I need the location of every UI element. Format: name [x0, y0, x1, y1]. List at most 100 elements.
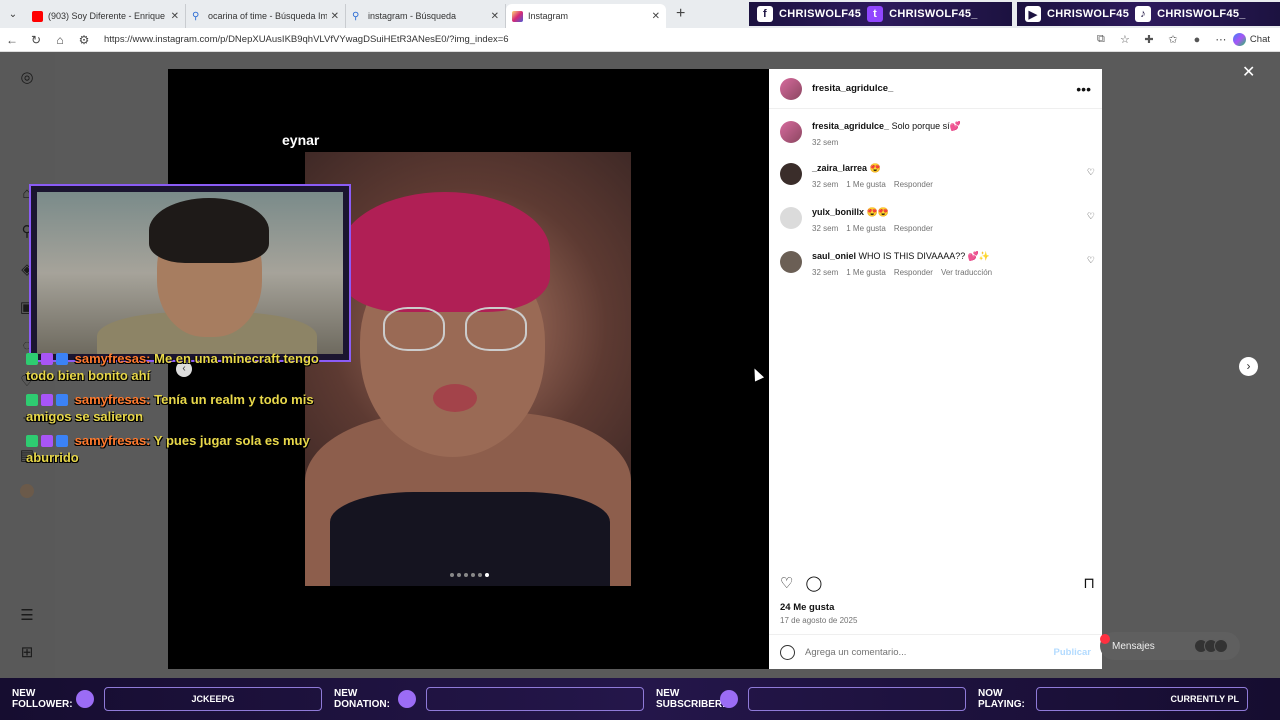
comment-user[interactable]: saul_oniel — [812, 251, 856, 261]
copilot-icon — [1232, 33, 1246, 46]
comment-input[interactable]: Agrega un comentario... — [805, 647, 906, 658]
commenter-avatar[interactable] — [780, 163, 802, 185]
instagram-logo-icon[interactable]: ◎ — [18, 69, 36, 87]
messages-pill[interactable]: Mensajes — [1100, 632, 1240, 660]
tab-list-chevron-icon[interactable]: ⌄ — [0, 0, 26, 28]
close-tab-icon[interactable]: ✕ — [491, 11, 499, 22]
next-post-button[interactable]: › — [1239, 357, 1258, 376]
tab-title: (903) Soy Diferente - Enrique Lang — [48, 11, 167, 21]
threads-icon[interactable]: ⊞ — [18, 644, 36, 662]
notification-badge — [1100, 634, 1110, 644]
comment-item: _zaira_larrea 😍 32 sem 1 Me gusta Respon… — [780, 163, 1095, 189]
instagram-icon — [512, 10, 523, 22]
new-subscriber-value — [748, 687, 966, 711]
tab-instagram[interactable]: Instagram ✕ — [506, 4, 666, 28]
translate-link[interactable]: Ver traducción — [941, 268, 992, 277]
comment-text: 😍😍 — [866, 207, 889, 217]
extensions-icon[interactable]: ✚ — [1137, 33, 1161, 46]
reply-link[interactable]: Responder — [894, 224, 933, 233]
tab-youtube[interactable]: (903) Soy Diferente - Enrique Lang ✕ — [26, 4, 186, 28]
like-heart-icon[interactable]: ♡ — [780, 574, 793, 592]
banner-handle: CHRISWOLF45_ — [1157, 8, 1246, 20]
reload-icon[interactable]: ↻ — [24, 33, 48, 47]
badge-icon — [41, 435, 53, 447]
more-options-icon[interactable]: ••• — [1076, 81, 1091, 97]
comment-user[interactable]: fresita_agridulce_ — [812, 121, 889, 131]
back-icon[interactable]: ← — [0, 33, 24, 47]
stream-alert-bar: NEW FOLLOWER: JCKEEPG NEW DONATION: NEW … — [0, 678, 1280, 720]
heart-icon[interactable]: ♡ — [1087, 255, 1095, 277]
close-tab-icon[interactable]: ✕ — [171, 11, 179, 22]
post-date: 17 de agosto de 2025 — [780, 616, 858, 625]
stream-chat-overlay: samyfresas: Me en una minecraft tengo to… — [26, 350, 346, 473]
tab-instagram-search[interactable]: ⚲ instagram - Búsqueda ✕ — [346, 4, 506, 28]
home-icon[interactable]: ⌂ — [48, 33, 72, 47]
badge-icon — [26, 394, 38, 406]
reply-link[interactable]: Responder — [894, 180, 933, 189]
author-username[interactable]: fresita_agridulce_ — [812, 83, 893, 94]
commenter-avatar[interactable] — [780, 251, 802, 273]
menu-icon[interactable]: ☰ — [18, 607, 36, 625]
comment-bubble-icon[interactable]: ◯ — [805, 574, 822, 592]
comment-text: 😍 — [869, 163, 881, 173]
post-actions: ♡ ◯ ⊓ — [780, 574, 1095, 592]
tab-ocarina-search[interactable]: ⚲ ocarina of time - Búsqueda Imág ✕ — [186, 4, 346, 28]
more-menu-icon[interactable]: ⋯ — [1209, 33, 1233, 46]
comment-likes[interactable]: 1 Me gusta — [846, 268, 886, 277]
crown-icon — [56, 435, 68, 447]
profile-avatar[interactable] — [20, 484, 34, 498]
comment-user[interactable]: yulx_bonillx — [812, 207, 864, 217]
close-icon[interactable]: ✕ — [1242, 62, 1255, 82]
copilot-chat-button[interactable]: Chat — [1232, 33, 1270, 46]
star-icon[interactable]: ☆ — [1113, 33, 1137, 46]
chat-user: samyfresas: — [74, 392, 151, 407]
reply-link[interactable]: Responder — [894, 268, 933, 277]
address-bar: ← ↻ ⌂ ⚙ https://www.instagram.com/p/DNep… — [0, 28, 1280, 52]
comment-user[interactable]: _zaira_larrea — [812, 163, 867, 173]
comment-likes[interactable]: 1 Me gusta — [846, 224, 886, 233]
close-tab-icon[interactable]: ✕ — [652, 11, 660, 22]
chat-text: Y pues jugar sola es muy aburrido — [26, 433, 310, 465]
profile-avatar[interactable]: ● — [1185, 34, 1209, 46]
post-photo[interactable] — [305, 152, 631, 586]
subscriber-icon — [720, 690, 738, 708]
youtube-icon — [32, 10, 43, 22]
bookmark-icon[interactable]: ⊓ — [1083, 574, 1095, 592]
commenter-avatar[interactable] — [780, 207, 802, 229]
banner-handle: CHRISWOLF45 — [779, 8, 862, 20]
close-tab-icon[interactable]: ✕ — [331, 11, 339, 22]
post-details-panel: fresita_agridulce_ ••• fresita_agridulce… — [769, 69, 1102, 669]
new-tab-button[interactable]: + — [676, 5, 685, 23]
comment-time: 32 sem — [812, 268, 839, 277]
comment-time: 32 sem — [812, 138, 839, 147]
site-info-icon[interactable]: ⚙ — [72, 33, 96, 47]
facebook-icon: f — [757, 6, 773, 22]
new-subscriber-label: NEW SUBSCRIBER: — [656, 688, 726, 710]
like-count[interactable]: 24 Me gusta — [780, 602, 834, 613]
comment-item: yulx_bonillx 😍😍 32 sem 1 Me gusta Respon… — [780, 207, 1095, 233]
tab-title: Instagram — [528, 11, 569, 21]
youtube-icon: ▶ — [1025, 6, 1041, 22]
follower-icon — [76, 690, 94, 708]
publish-button[interactable]: Publicar — [1054, 647, 1092, 658]
add-comment-bar: Agrega un comentario... Publicar — [769, 634, 1102, 669]
now-playing-value: CURRENTLY PL — [1036, 687, 1248, 711]
emoji-icon[interactable] — [780, 644, 795, 660]
donation-icon — [398, 690, 416, 708]
search-icon: ⚲ — [352, 10, 360, 22]
heart-icon[interactable]: ♡ — [1087, 211, 1095, 233]
comment-likes[interactable]: 1 Me gusta — [846, 180, 886, 189]
favorites-icon[interactable]: ✩ — [1161, 33, 1185, 46]
message-avatars — [1194, 639, 1228, 653]
caption: fresita_agridulce_ Solo porque sí💕 32 se… — [780, 121, 1095, 147]
url-field[interactable]: https://www.instagram.com/p/DNepXUAusIKB… — [104, 34, 1089, 45]
chat-label: Chat — [1249, 34, 1270, 45]
webcam-overlay — [29, 184, 351, 362]
new-donation-label: NEW DONATION: — [334, 688, 390, 710]
open-in-app-icon[interactable]: ⧉ — [1089, 33, 1113, 46]
author-avatar[interactable] — [780, 121, 802, 143]
chat-user: samyfresas: — [74, 433, 151, 448]
author-avatar[interactable] — [780, 77, 802, 100]
social-banner-right: ▶ CHRISWOLF45 ♪ CHRISWOLF45_ — [1017, 2, 1280, 26]
heart-icon[interactable]: ♡ — [1087, 167, 1095, 189]
